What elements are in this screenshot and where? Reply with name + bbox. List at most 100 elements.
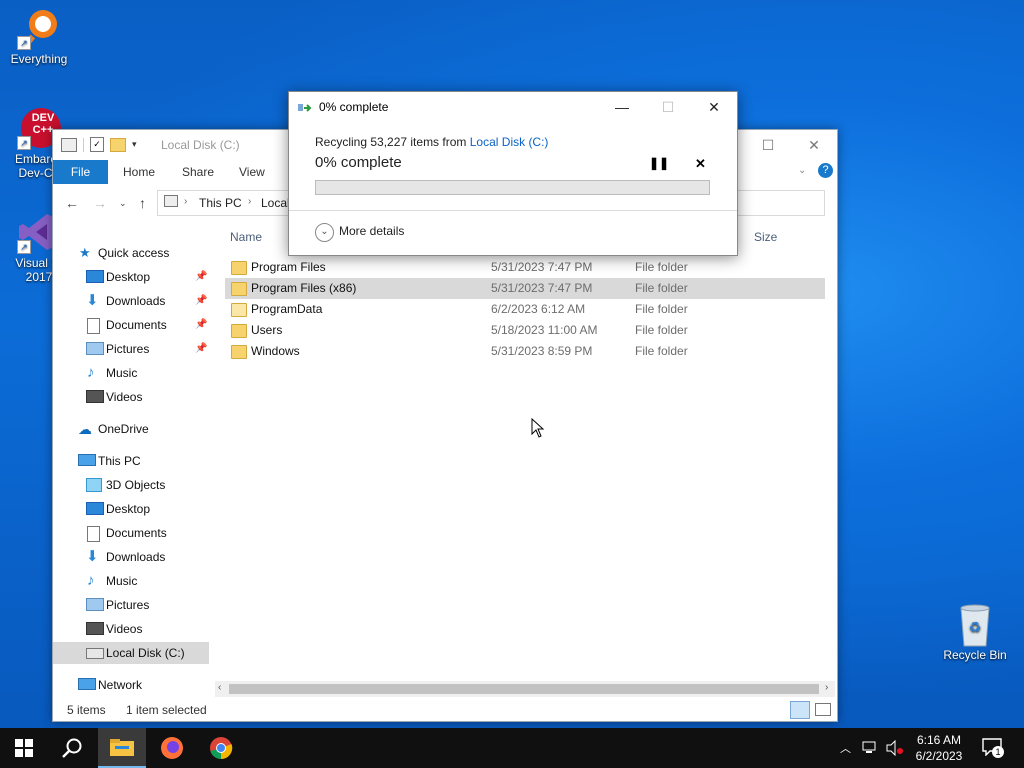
dialog-title-bar[interactable]: 0% complete — ☐ ✕ — [289, 92, 737, 122]
firefox-icon — [161, 737, 183, 759]
nav-pc-videos[interactable]: Videos — [53, 618, 209, 640]
nav-this-pc[interactable]: This PC — [53, 450, 209, 472]
taskbar-chrome[interactable] — [197, 728, 245, 768]
volume-muted-icon[interactable] — [886, 739, 904, 759]
star-icon: ★ — [79, 245, 91, 260]
breadcrumb-local[interactable]: Local — [261, 196, 290, 210]
source-location-link[interactable]: Local Disk (C:) — [470, 135, 549, 149]
back-button[interactable]: ← — [65, 195, 79, 211]
scrollbar-thumb[interactable] — [229, 684, 819, 694]
music-note-icon: ♪ — [87, 572, 95, 589]
desktop-icon-recycle-bin[interactable]: ♻ Recycle Bin — [936, 602, 1014, 662]
file-row[interactable]: ProgramData 6/2/2023 6:12 AM File folder — [225, 299, 825, 320]
nav-quick-pictures[interactable]: Pictures 📌 — [53, 338, 209, 360]
file-name: Program Files (x86) — [251, 281, 357, 295]
explorer-title: Local Disk (C:) — [161, 138, 240, 152]
nav-pc-local-disk[interactable]: Local Disk (C:) — [53, 642, 209, 664]
close-button[interactable]: ✕ — [791, 130, 837, 160]
nav-label: Music — [106, 574, 138, 588]
tab-view[interactable]: View — [239, 160, 265, 184]
new-folder-icon[interactable] — [110, 137, 126, 152]
nav-quick-videos[interactable]: Videos — [53, 386, 209, 408]
scroll-right-icon[interactable]: › — [825, 682, 828, 693]
desktop-icon-label: Everything — [10, 52, 68, 66]
nav-quick-music[interactable]: ♪ Music — [53, 362, 209, 384]
recent-locations-icon[interactable]: ⌄ — [119, 198, 127, 209]
nav-pc-desktop[interactable]: Desktop — [53, 498, 209, 520]
properties-icon[interactable]: ✓ — [90, 137, 104, 152]
cancel-operation-button[interactable]: ✕ — [695, 156, 706, 172]
nav-quick-desktop[interactable]: Desktop 📌 — [53, 266, 209, 288]
navigation-pane: ★ Quick access Desktop 📌 ⬇ Downloads 📌 D… — [53, 241, 213, 692]
nav-label: Documents — [106, 318, 167, 332]
close-button[interactable]: ✕ — [691, 92, 737, 122]
folder-icon — [231, 345, 247, 359]
tab-share[interactable]: Share — [182, 160, 214, 184]
picture-icon — [86, 342, 104, 355]
maximize-button: ☐ — [661, 99, 675, 115]
up-button[interactable]: ↑ — [139, 195, 146, 211]
pin-icon[interactable]: 📌 — [195, 290, 207, 312]
file-date: 6/2/2023 6:12 AM — [491, 302, 586, 316]
taskbar-file-explorer[interactable] — [98, 728, 146, 768]
tab-file[interactable]: File — [53, 160, 108, 184]
nav-label: Downloads — [106, 550, 166, 564]
desktop-icon — [86, 270, 104, 283]
folder-icon — [231, 303, 247, 317]
file-row[interactable]: Windows 5/31/2023 8:59 PM File folder — [225, 341, 825, 362]
expand-details-icon[interactable]: ⌄ — [315, 223, 334, 242]
nav-onedrive[interactable]: ☁ OneDrive — [53, 418, 209, 440]
search-button[interactable] — [48, 728, 96, 768]
file-date: 5/18/2023 11:00 AM — [491, 323, 598, 337]
large-icons-view-icon[interactable] — [815, 703, 831, 716]
tab-home[interactable]: Home — [123, 160, 155, 184]
nav-pc-3d-objects[interactable]: 3D Objects — [53, 474, 209, 496]
quick-access-toolbar: ✓ ▾ — [61, 137, 137, 152]
nav-network[interactable]: Network — [53, 674, 209, 696]
pin-icon[interactable]: 📌 — [195, 314, 207, 336]
start-button[interactable] — [0, 728, 48, 768]
customize-toolbar-icon[interactable]: ▾ — [132, 139, 137, 150]
more-details-button[interactable]: More details — [339, 224, 404, 238]
file-row[interactable]: Program Files (x86) 5/31/2023 7:47 PM Fi… — [225, 278, 825, 299]
pin-icon[interactable]: 📌 — [195, 266, 207, 288]
breadcrumb-this-pc[interactable]: This PC — [199, 196, 242, 210]
desktop-icon — [86, 502, 104, 515]
maximize-button[interactable]: ☐ — [745, 130, 791, 160]
nav-pc-documents[interactable]: Documents — [53, 522, 209, 544]
forward-button[interactable]: → — [93, 195, 107, 211]
file-row[interactable]: Program Files 5/31/2023 7:47 PM File fol… — [225, 257, 825, 278]
file-row[interactable]: Users 5/18/2023 11:00 AM File folder — [225, 320, 825, 341]
horizontal-scrollbar[interactable]: ‹ › — [215, 681, 835, 697]
file-operation-icon — [298, 102, 312, 112]
pin-icon[interactable]: 📌 — [195, 338, 207, 360]
folder-icon — [231, 282, 247, 296]
expand-ribbon-icon[interactable]: ⌄ — [798, 165, 806, 176]
network-tray-icon[interactable] — [862, 740, 880, 759]
nav-pc-pictures[interactable]: Pictures — [53, 594, 209, 616]
nav-pc-downloads[interactable]: ⬇ Downloads — [53, 546, 209, 568]
nav-quick-downloads[interactable]: ⬇ Downloads 📌 — [53, 290, 209, 312]
nav-label: 3D Objects — [106, 478, 166, 492]
file-type: File folder — [635, 344, 688, 358]
file-type: File folder — [635, 260, 688, 274]
file-name: Program Files — [251, 260, 326, 274]
toolbar-divider — [83, 137, 84, 152]
help-icon[interactable]: ? — [818, 163, 833, 178]
desktop-icon-everything[interactable]: ↗ Everything — [0, 6, 78, 66]
nav-pc-music[interactable]: ♪ Music — [53, 570, 209, 592]
clock[interactable]: 6:16 AM 6/2/2023 — [904, 732, 974, 764]
column-header-size[interactable]: Size — [754, 230, 777, 248]
nav-quick-access[interactable]: ★ Quick access — [53, 242, 209, 264]
minimize-button[interactable]: — — [599, 92, 645, 122]
scroll-left-icon[interactable]: ‹ — [218, 682, 221, 693]
taskbar-firefox[interactable] — [148, 728, 196, 768]
chrome-icon — [210, 737, 233, 760]
show-hidden-icons-icon[interactable]: ︿ — [840, 740, 851, 756]
nav-quick-documents[interactable]: Documents 📌 — [53, 314, 209, 336]
nav-label: Local Disk (C:) — [106, 646, 185, 660]
pause-button[interactable]: ❚❚ — [649, 156, 669, 170]
notifications-button[interactable]: 1 — [982, 738, 1004, 759]
details-view-icon[interactable] — [790, 701, 810, 719]
column-header-name[interactable]: Name — [230, 230, 262, 248]
